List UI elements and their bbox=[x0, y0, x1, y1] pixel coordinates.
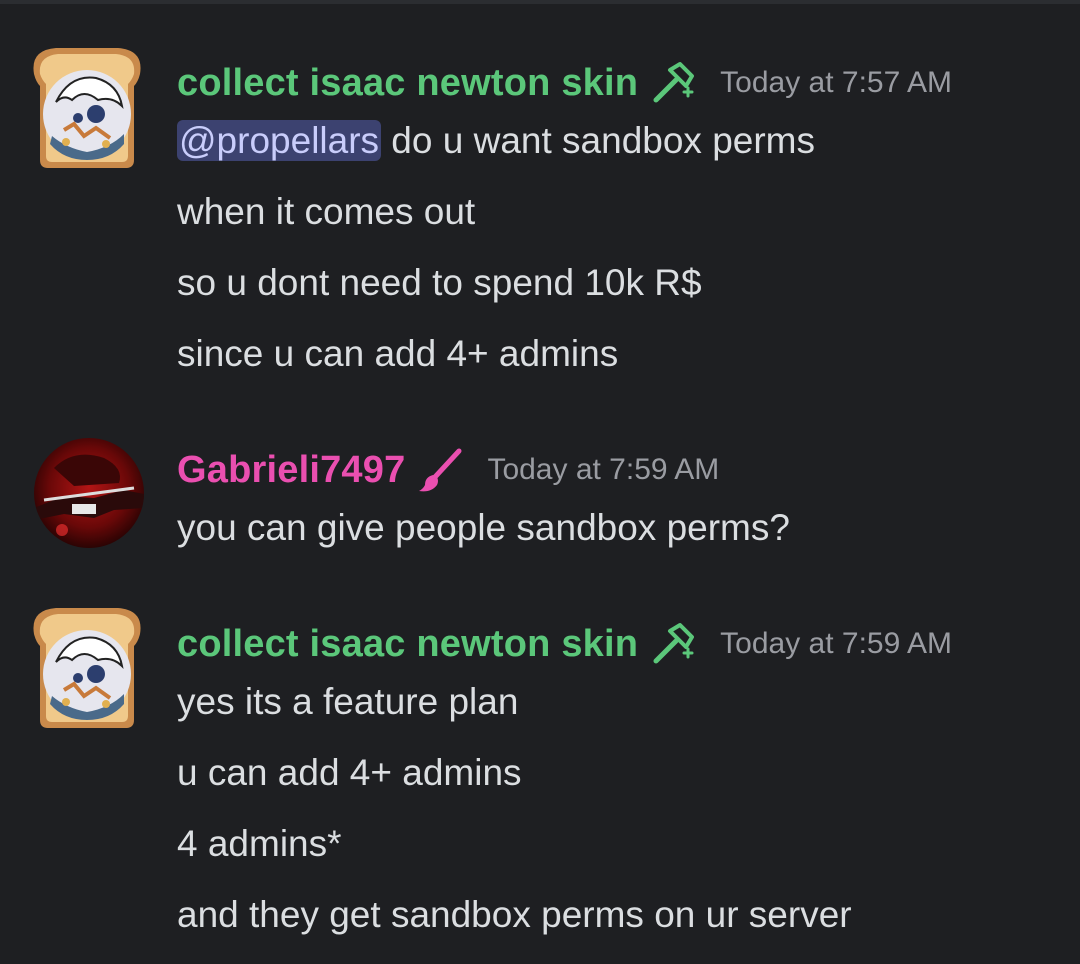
username[interactable]: collect isaac newton skin bbox=[177, 62, 638, 105]
message-header: Gabrieli7497 Today at 7:59 AM bbox=[177, 440, 719, 500]
avatar-toast[interactable] bbox=[26, 44, 148, 170]
message-line: when it comes out bbox=[177, 191, 476, 232]
timestamp[interactable]: Today at 7:57 AM bbox=[720, 66, 952, 100]
toast-avatar-image bbox=[33, 608, 141, 728]
message-text: do u want sandbox perms bbox=[381, 120, 816, 161]
message-line: and they get sandbox perms on ur server bbox=[177, 894, 852, 935]
timestamp[interactable]: Today at 7:59 AM bbox=[487, 453, 719, 487]
message-line: since u can add 4+ admins bbox=[177, 333, 619, 374]
red-avatar-image bbox=[34, 438, 144, 548]
message-line: u can add 4+ admins bbox=[177, 752, 522, 793]
top-divider bbox=[0, 0, 1080, 4]
message-header: collect isaac newton skin Today at 7:59 … bbox=[177, 614, 952, 674]
username[interactable]: Gabrieli7497 bbox=[177, 449, 405, 492]
message-line: 4 admins* bbox=[177, 823, 342, 864]
message-line: you can give people sandbox perms? bbox=[177, 507, 790, 548]
user-mention[interactable]: @propellars bbox=[177, 120, 382, 161]
timestamp[interactable]: Today at 7:59 AM bbox=[720, 627, 952, 661]
message-line: yes its a feature plan bbox=[177, 681, 519, 722]
message-line: @propellars do u want sandbox perms bbox=[177, 116, 815, 166]
username[interactable]: collect isaac newton skin bbox=[177, 623, 638, 666]
hammer-icon bbox=[650, 60, 696, 106]
message-header: collect isaac newton skin Today at 7:57 … bbox=[177, 53, 952, 113]
avatar-red[interactable] bbox=[34, 438, 144, 548]
paintbrush-icon bbox=[417, 447, 463, 493]
toast-avatar-image bbox=[33, 48, 141, 168]
avatar-toast[interactable] bbox=[26, 604, 148, 730]
hammer-icon bbox=[650, 621, 696, 667]
message-line: so u dont need to spend 10k R$ bbox=[177, 262, 702, 303]
